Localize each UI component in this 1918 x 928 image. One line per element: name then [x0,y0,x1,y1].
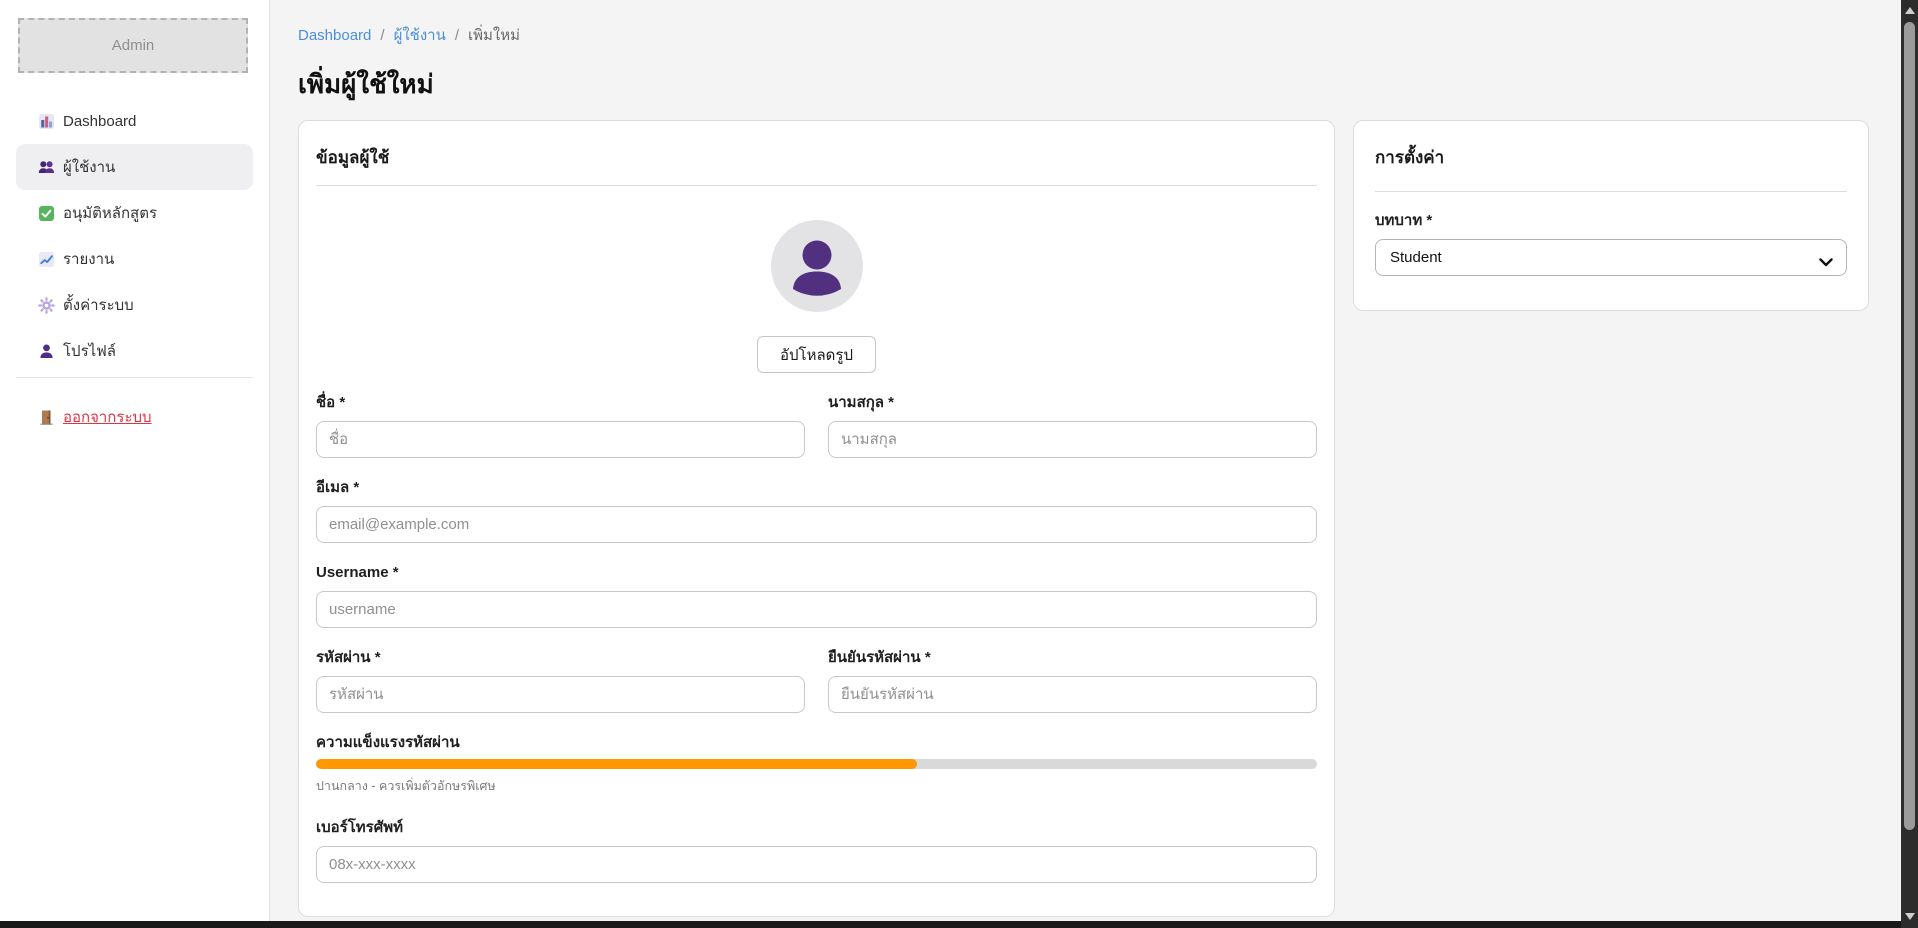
breadcrumb-item-1[interactable]: Dashboard [298,27,371,44]
settings-card: การตั้งค่า บทบาท * Student [1353,120,1869,311]
user-card-title: ข้อมูลผู้ใช้ [316,137,1317,169]
email-label: อีเมล * [316,477,1317,498]
main-content: Dashboard / ผู้ใช้งาน / เพิ่มใหม่ เพิ่มผู้ใช… [270,0,1901,921]
gear-icon [38,297,55,314]
username-input[interactable] [316,591,1317,628]
sidebar-item-users[interactable]: ผู้ใช้งาน [16,144,253,190]
sidebar-item-label: โปรไฟล์ [63,339,116,363]
last-name-input[interactable] [828,421,1317,458]
breadcrumb-item-2[interactable]: ผู้ใช้งาน [394,23,446,47]
sidebar-nav: Dashboard ผู้ใช้งานอนุมัติหลักสูตรรายงานต… [0,98,269,374]
first-name-label: ชื่อ * [316,392,805,413]
password-strength-fill [316,759,917,769]
role-select[interactable]: Student [1375,239,1847,276]
password-group: รหัสผ่าน * [316,647,805,713]
check-icon [38,205,55,222]
last-name-label: นามสกุล * [828,392,1317,413]
first-name-input[interactable] [316,421,805,458]
sidebar-divider [16,377,253,378]
bar-chart-icon [38,113,55,130]
window-bottom-edge [0,921,1918,928]
logout-row: ออกจากระบบ [0,394,269,440]
app-window: Admin Dashboard ผู้ใช้งานอนุมัติหลักสูตรร… [0,0,1901,921]
password-input[interactable] [316,676,805,713]
breadcrumb-separator: / [380,27,384,44]
confirm-password-label: ยืนยันรหัสผ่าน * [828,647,1317,668]
scrollbar-thumb[interactable] [1904,22,1915,830]
settings-card-title: การตั้งค่า [1375,137,1847,169]
vertical-scrollbar [1901,0,1918,928]
sidebar: Admin Dashboard ผู้ใช้งานอนุมัติหลักสูตรร… [0,0,270,921]
avatar [771,220,863,312]
breadcrumb-separator: / [455,27,459,44]
avatar-section: อัปโหลดรูป [316,186,1317,373]
email-input[interactable] [316,506,1317,543]
scrollbar-down-arrow-icon[interactable] [1905,913,1915,920]
sidebar-item-label: อนุมัติหลักสูตร [63,201,157,225]
password-strength-bar [316,759,1317,769]
role-select-value: Student [1390,249,1442,266]
first-name-group: ชื่อ * [316,392,805,458]
logout-label: ออกจากระบบ [63,405,152,429]
password-strength-label: ความแข็งแรงรหัสผ่าน [316,732,1317,753]
breadcrumb-item-3: เพิ่มใหม่ [468,23,520,47]
brand-label: Admin [112,37,155,54]
sidebar-item-label: Dashboard [63,113,136,130]
chevron-down-icon [1819,254,1833,271]
scrollbar-up-arrow-icon[interactable] [1905,7,1915,14]
sidebar-item-approve-courses[interactable]: อนุมัติหลักสูตร [16,190,253,236]
confirm-password-input[interactable] [828,676,1317,713]
phone-input[interactable] [316,846,1317,883]
door-icon [38,409,55,426]
user-info-card: ข้อมูลผู้ใช้ อัปโหลดรูป ชื่อ * [298,120,1335,917]
sidebar-item-label: รายงาน [63,247,114,271]
password-label: รหัสผ่าน * [316,647,805,668]
breadcrumb: Dashboard / ผู้ใช้งาน / เพิ่มใหม่ [298,24,1869,46]
brand-box: Admin [18,18,248,73]
password-strength-helper: ปานกลาง - ควรเพิ่มตัวอักษรพิเศษ [316,776,1317,796]
person-icon [38,343,55,360]
role-label: บทบาท * [1375,210,1847,231]
trend-icon [38,251,55,268]
phone-label: เบอร์โทรศัพท์ [316,817,1317,838]
email-group: อีเมล * [316,477,1317,543]
username-label: Username * [316,562,1317,583]
sidebar-item-reports[interactable]: รายงาน [16,236,253,282]
sidebar-item-label: ตั้งค่าระบบ [63,293,134,317]
confirm-password-group: ยืนยันรหัสผ่าน * [828,647,1317,713]
sidebar-item-label: ผู้ใช้งาน [63,155,115,179]
users-icon [38,159,55,176]
role-group: บทบาท * Student [1375,210,1847,276]
cards-row: ข้อมูลผู้ใช้ อัปโหลดรูป ชื่อ * [298,120,1869,917]
phone-group: เบอร์โทรศัพท์ [316,817,1317,883]
sidebar-item-profile[interactable]: โปรไฟล์ [16,328,253,374]
card-divider [1375,191,1847,192]
page-title: เพิ่มผู้ใช้ใหม่ [298,68,1869,100]
sidebar-item-dashboard[interactable]: Dashboard [16,98,253,144]
upload-photo-button[interactable]: อัปโหลดรูป [757,336,876,373]
last-name-group: นามสกุล * [828,392,1317,458]
password-row: รหัสผ่าน * ยืนยันรหัสผ่าน * [316,647,1317,713]
username-group: Username * [316,562,1317,628]
password-strength-group: ความแข็งแรงรหัสผ่าน ปานกลาง - ควรเพิ่มตั… [316,732,1317,796]
sidebar-item-system-settings[interactable]: ตั้งค่าระบบ [16,282,253,328]
logout-link[interactable]: ออกจากระบบ [38,405,152,429]
name-row: ชื่อ * นามสกุล * [316,392,1317,458]
